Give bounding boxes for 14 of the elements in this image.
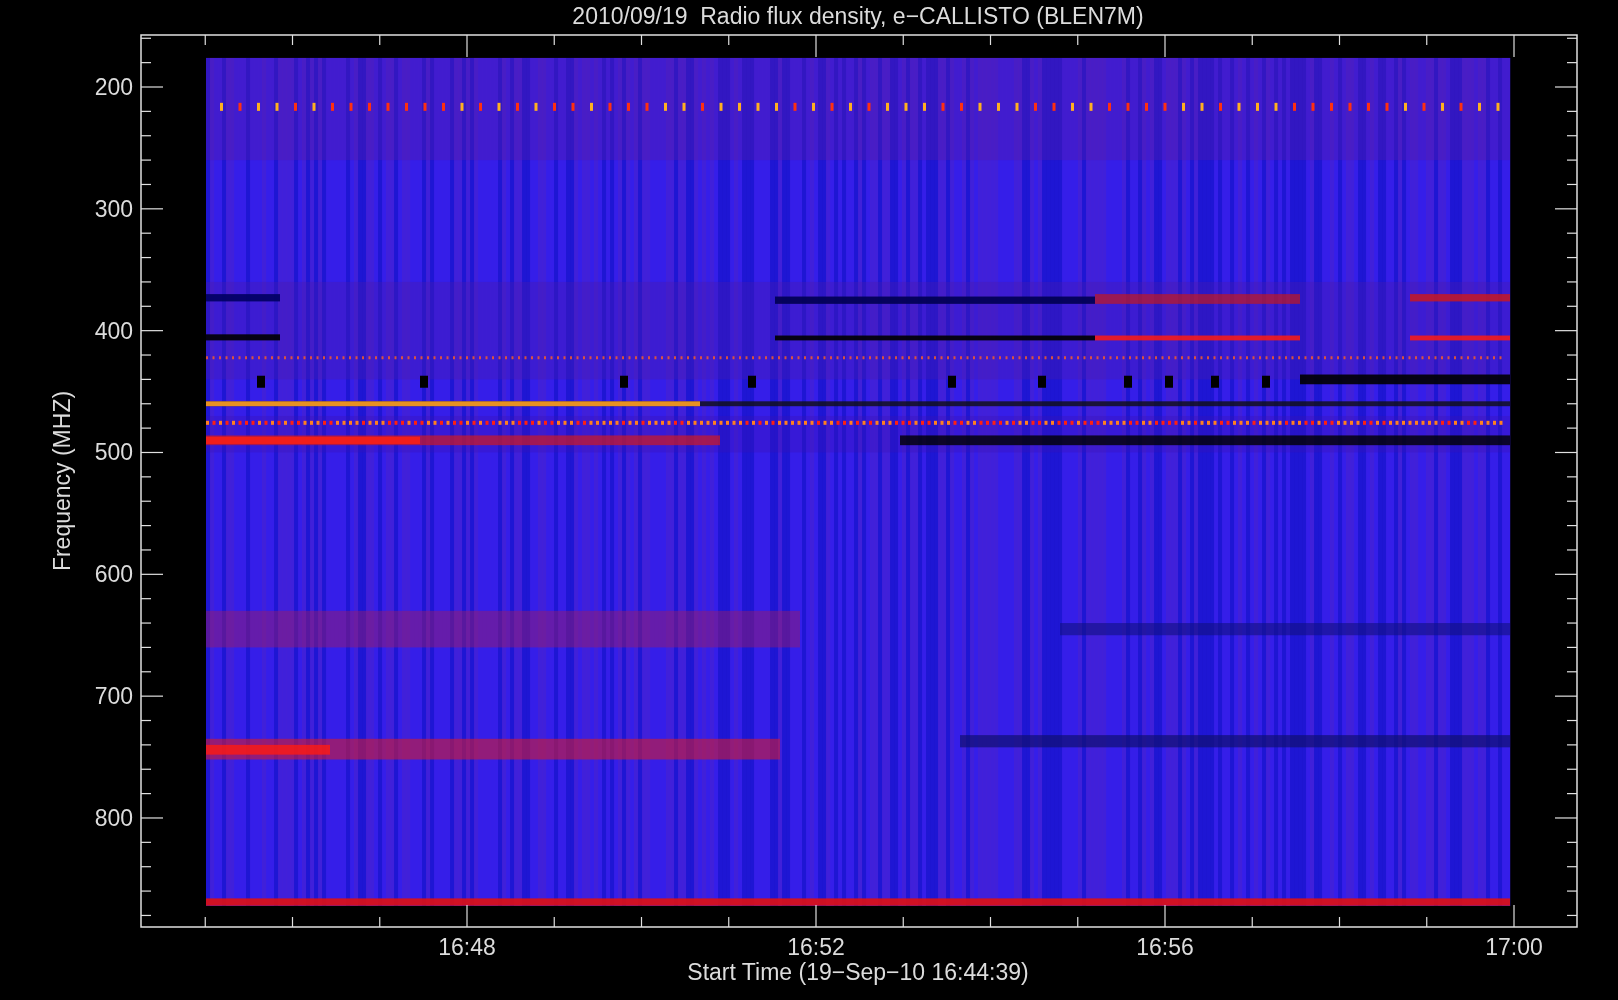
- axis-label: Frequency (MHZ): [49, 390, 75, 572]
- tick-label: 16:48: [438, 934, 496, 960]
- tick-label: 500: [94, 439, 133, 466]
- tick-label: 17:00: [1485, 934, 1543, 960]
- tick-label: 800: [94, 805, 133, 831]
- tick-label: 200: [94, 74, 133, 100]
- tick-label: 16:52: [787, 934, 845, 960]
- tick-label: 400: [94, 317, 133, 344]
- tick-label: 600: [94, 561, 133, 588]
- tick-label: 300: [94, 195, 133, 222]
- tick-label: 16:56: [1136, 934, 1194, 960]
- axis-label: Start Time (19−Sep−10 16:44:39): [687, 959, 1029, 985]
- tick-label: 700: [94, 683, 133, 710]
- chart-title: 2010/09/19 Radio flux density, e−CALLISTO (BLEN7M): [572, 3, 1144, 29]
